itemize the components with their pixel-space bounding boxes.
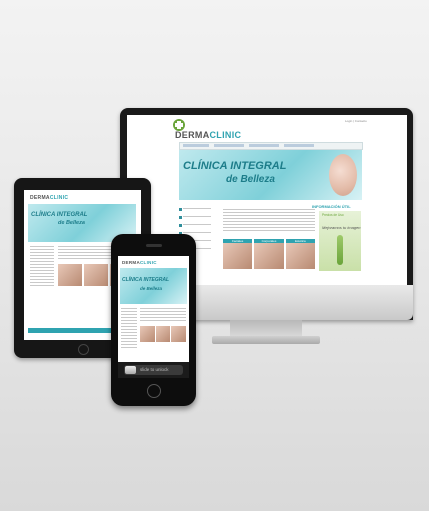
logo-prefix: DERMA <box>122 260 140 265</box>
speaker-grille <box>146 244 162 247</box>
plant-image <box>337 235 343 265</box>
offer-box[interactable]: Precios de Uso Mejoramos tu imagen <box>319 211 361 271</box>
menu-square-icon <box>179 207 182 211</box>
site-logo[interactable]: DERMACLINIC <box>122 260 157 265</box>
nav-item[interactable] <box>284 144 314 147</box>
logo-prefix: DERMA <box>30 195 50 201</box>
menu-item[interactable] <box>179 221 219 229</box>
hero-subtitle: de Belleza <box>140 286 163 291</box>
unlock-slider[interactable]: slide to unlock <box>124 365 183 375</box>
service-image[interactable] <box>171 326 187 342</box>
nav-item[interactable] <box>214 144 244 147</box>
menu-item[interactable] <box>179 205 219 213</box>
hero-banner: CLÍNICA INTEGRAL de Belleza <box>120 268 187 304</box>
slider-arrow-icon[interactable] <box>125 366 136 374</box>
hero-subtitle: de Belleza <box>226 174 275 185</box>
service-thumbs: Faciales Corporales Estética <box>223 239 315 269</box>
logo-prefix: DERMA <box>175 130 210 140</box>
nav-item[interactable] <box>183 144 209 147</box>
hero-subtitle: de Belleza <box>58 220 85 226</box>
intro-text <box>223 209 315 233</box>
top-link[interactable]: Login | Contacto <box>345 119 367 123</box>
service-image <box>223 243 253 269</box>
site-logo[interactable]: DERMACLINIC <box>175 130 241 140</box>
imac-foot <box>212 336 320 344</box>
logo-accent: CLINIC <box>49 195 69 201</box>
hero-title: CLÍNICA INTEGRAL <box>31 212 88 218</box>
menu-square-icon <box>179 215 182 219</box>
side-menu[interactable] <box>30 246 54 286</box>
hero-title: CLÍNICA INTEGRAL <box>183 160 287 172</box>
model-face-image <box>329 154 357 196</box>
site-logo[interactable]: DERMACLINIC <box>30 195 68 201</box>
hero-title: CLÍNICA INTEGRAL <box>122 277 170 283</box>
nav-item[interactable] <box>249 144 279 147</box>
offer-label: Precios de Uso <box>322 213 344 217</box>
service-card[interactable]: Faciales <box>223 239 253 269</box>
home-button-icon[interactable] <box>78 344 89 355</box>
iphone-screen: DERMACLINIC CLÍNICA INTEGRAL de Belleza … <box>118 256 189 378</box>
lock-bar: slide to unlock <box>118 362 189 378</box>
hero-banner: CLÍNICA INTEGRAL de Belleza <box>179 150 362 200</box>
service-thumbs <box>140 326 187 342</box>
logo-accent: CLINIC <box>209 130 242 140</box>
home-button-icon[interactable] <box>147 384 161 398</box>
intro-text <box>140 308 186 322</box>
service-card[interactable]: Corporales <box>254 239 284 269</box>
unlock-label: slide to unlock <box>140 367 169 372</box>
side-menu[interactable] <box>121 308 137 348</box>
service-image[interactable] <box>140 326 155 342</box>
offer-headline: Mejoramos tu imagen <box>322 225 361 230</box>
section-title: INFORMACIÓN ÚTIL <box>312 204 351 209</box>
service-card[interactable]: Estética <box>285 239 315 269</box>
menu-item[interactable] <box>179 213 219 221</box>
service-image[interactable] <box>155 326 171 342</box>
service-image[interactable] <box>58 264 82 286</box>
service-image <box>254 243 284 269</box>
logo-accent: CLINIC <box>140 260 157 265</box>
menu-square-icon <box>179 223 182 227</box>
service-image <box>285 243 315 269</box>
nav-bar <box>179 142 363 150</box>
service-image[interactable] <box>84 264 108 286</box>
